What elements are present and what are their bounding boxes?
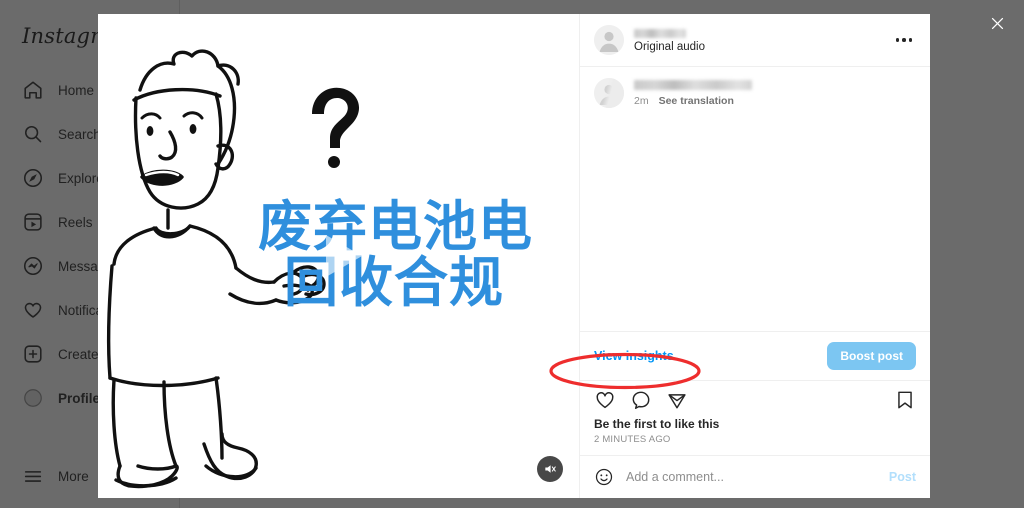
post-info-panel: Original audio 2m See translation View i… (580, 14, 930, 498)
avatar-placeholder-icon (594, 25, 624, 55)
caption-texts: 2m See translation (634, 78, 916, 108)
likes-block: Be the first to like this 2 MINUTES AGO (580, 413, 930, 455)
post-media[interactable]: 废弃电池电 回收合规 (98, 14, 580, 498)
heart-icon[interactable] (594, 389, 616, 411)
share-paperplane-icon[interactable] (666, 389, 688, 411)
likes-text[interactable]: Be the first to like this (594, 417, 916, 431)
post-header-texts: Original audio (634, 28, 882, 53)
comment-timestamp: 2m (634, 95, 649, 107)
boost-post-button[interactable]: Boost post (827, 342, 916, 370)
post-modal: 废弃电池电 回收合规 Original audio 2m See transla… (98, 14, 930, 498)
comment-meta: 2m See translation (634, 95, 916, 107)
mute-toggle-button[interactable] (537, 456, 563, 482)
view-insights-link[interactable]: View insights (594, 349, 674, 363)
comment-bubble-icon[interactable] (630, 389, 652, 411)
primary-actions (594, 389, 688, 411)
add-comment-bar: Post (580, 455, 930, 498)
post-comment-button[interactable]: Post (889, 470, 916, 484)
more-options-icon[interactable] (892, 34, 917, 46)
see-translation-link[interactable]: See translation (659, 95, 734, 107)
screen: Instagram Home Se (0, 0, 1024, 508)
comments-list (580, 116, 930, 331)
caption-text-redacted (634, 80, 752, 90)
secondary-actions (894, 389, 916, 411)
post-timestamp: 2 MINUTES AGO (594, 434, 671, 445)
close-modal-button[interactable] (982, 8, 1012, 38)
comment-input[interactable] (626, 470, 877, 484)
audio-label: Original audio (634, 40, 705, 53)
emoji-smiley-icon[interactable] (594, 467, 614, 487)
bookmark-icon[interactable] (894, 389, 916, 411)
play-triangle-icon[interactable] (302, 219, 376, 293)
insights-bar: View insights Boost post (580, 331, 930, 380)
avatar[interactable] (594, 78, 624, 108)
username-redacted (634, 28, 686, 38)
avatar-placeholder-icon (594, 78, 624, 108)
avatar[interactable] (594, 25, 624, 55)
speaker-muted-icon (545, 465, 556, 473)
caption-comment-row: 2m See translation (580, 67, 930, 116)
post-header: Original audio (580, 14, 930, 67)
post-actions-bar (580, 380, 930, 413)
